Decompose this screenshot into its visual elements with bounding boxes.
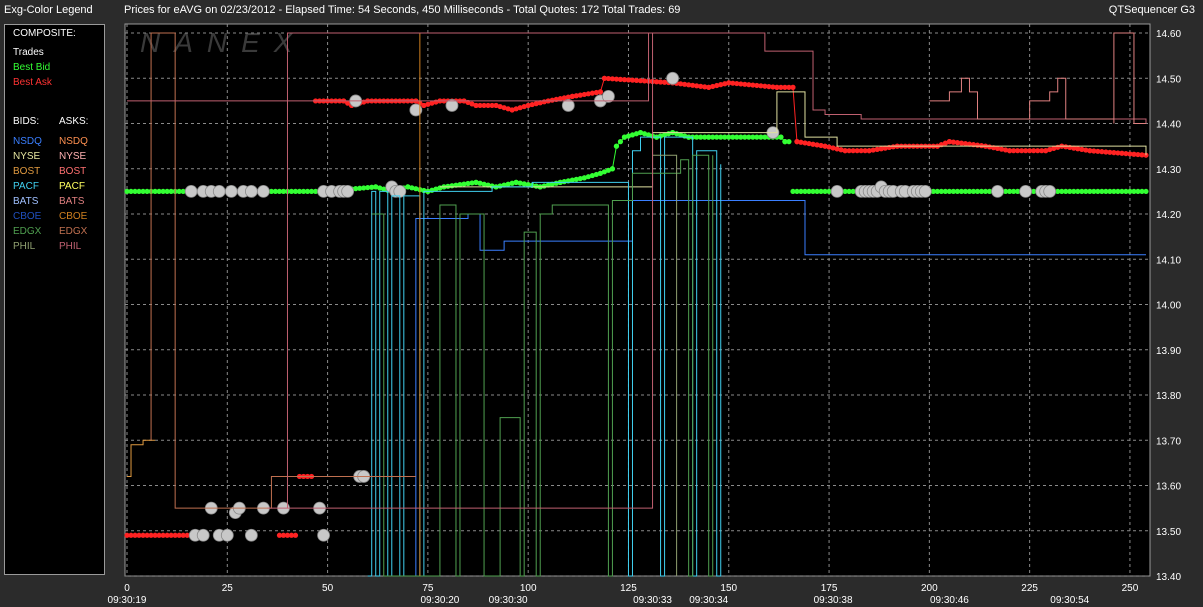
time-label: 09:30:33 xyxy=(633,595,672,606)
y-tick-label: 14.20 xyxy=(1156,210,1181,221)
quote-marker xyxy=(609,166,616,172)
y-tick-label: 14.50 xyxy=(1156,74,1181,85)
trade-marker xyxy=(918,185,932,198)
trade-marker xyxy=(341,185,355,198)
quote-marker xyxy=(1143,188,1149,195)
time-label: 09:30:30 xyxy=(489,595,528,606)
x-tick-label: 250 xyxy=(1122,583,1139,594)
watermark: NANEX xyxy=(140,27,306,58)
time-label: 09:30:38 xyxy=(814,595,853,606)
trade-marker xyxy=(224,185,238,198)
trade-marker xyxy=(212,185,226,198)
trade-marker xyxy=(1043,185,1057,198)
quote-marker xyxy=(617,139,624,145)
y-tick-label: 13.70 xyxy=(1156,436,1181,447)
y-tick-label: 13.40 xyxy=(1156,572,1181,583)
price-chart: NANEX 13.40 13.50 13.60 13.70 13.80 13.90 14.00… xyxy=(108,23,1181,606)
time-label: 09:30:20 xyxy=(420,595,459,606)
quote-marker xyxy=(790,84,796,90)
x-tick-label: 225 xyxy=(1021,583,1038,594)
quote-marker xyxy=(613,143,620,149)
quote-marker xyxy=(597,89,603,95)
y-tick-label: 13.90 xyxy=(1156,346,1181,357)
y-tick-label: 14.10 xyxy=(1156,255,1181,266)
y-tick-label: 14.60 xyxy=(1156,29,1181,40)
quote-marker xyxy=(786,139,792,145)
x-tick-label: 200 xyxy=(921,583,938,594)
x-tick-label: 25 xyxy=(222,583,234,594)
time-label: 09:30:54 xyxy=(1050,595,1089,606)
trade-marker xyxy=(244,528,258,542)
y-tick-label: 13.80 xyxy=(1156,391,1181,402)
quote-marker xyxy=(292,532,299,538)
x-tick-label: 125 xyxy=(620,583,637,594)
x-tick-label: 50 xyxy=(322,583,334,594)
trade-marker xyxy=(991,185,1004,198)
y-tick-label: 14.00 xyxy=(1156,301,1181,312)
series-best_bid_c xyxy=(790,188,1149,195)
trade-marker xyxy=(196,528,210,542)
plot-area xyxy=(124,23,1151,577)
x-tick-label: 0 xyxy=(124,583,130,594)
trade-marker xyxy=(244,185,258,198)
trade-marker xyxy=(317,528,330,542)
trade-marker xyxy=(1019,185,1033,198)
x-tick-label: 175 xyxy=(821,583,838,594)
y-tick-label: 14.30 xyxy=(1156,165,1181,176)
y-tick-label: 14.40 xyxy=(1156,120,1181,131)
y-tick-label: 13.60 xyxy=(1156,482,1181,493)
x-tick-label: 100 xyxy=(520,583,537,594)
y-tick-label: 13.50 xyxy=(1156,527,1181,538)
x-tick-label: 75 xyxy=(422,583,434,594)
trade-marker xyxy=(830,185,844,198)
trade-marker xyxy=(184,185,198,198)
x-tick-label: 150 xyxy=(720,583,737,594)
series-best_ask_b xyxy=(276,532,299,538)
trade-marker xyxy=(257,185,270,198)
time-label: 09:30:46 xyxy=(930,595,969,606)
time-label: 09:30:34 xyxy=(689,595,728,606)
trade-marker xyxy=(666,71,680,85)
time-label: 09:30:19 xyxy=(108,595,147,606)
trade-marker xyxy=(220,528,234,542)
quote-marker xyxy=(778,134,784,140)
